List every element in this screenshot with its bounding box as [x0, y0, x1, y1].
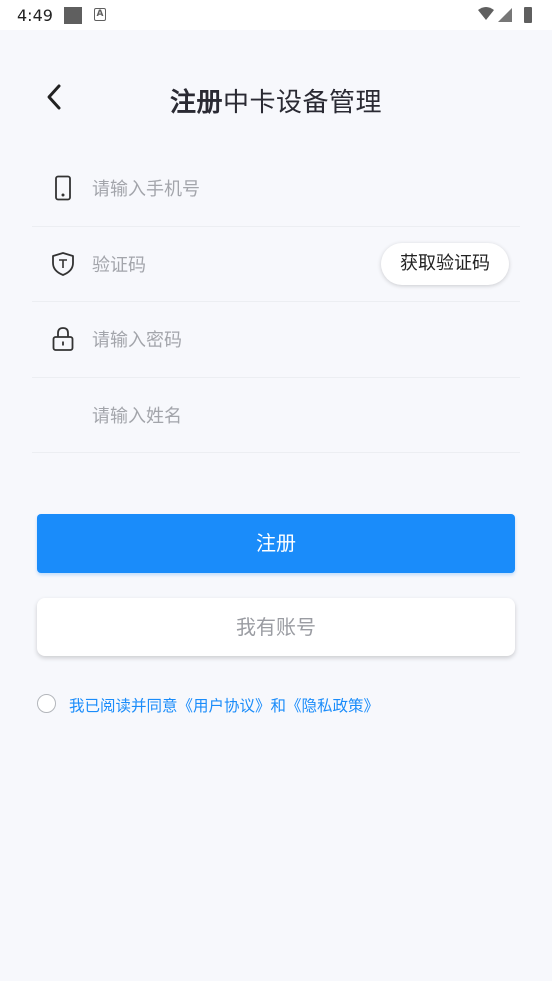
- phone-row[interactable]: 请输入手机号: [32, 151, 520, 227]
- wifi-icon: [478, 7, 494, 20]
- notification-square-icon: [64, 7, 82, 24]
- notification-a-icon: A: [94, 8, 106, 21]
- have-account-button[interactable]: 我有账号: [37, 598, 515, 656]
- agree-radio[interactable]: [37, 694, 56, 713]
- code-input[interactable]: 验证码: [92, 251, 146, 277]
- name-input[interactable]: 请输入姓名: [92, 402, 182, 428]
- status-bar: 4:49 A: [0, 0, 552, 30]
- status-right-icons: [478, 7, 532, 23]
- password-input[interactable]: 请输入密码: [92, 326, 182, 352]
- phone-icon: [55, 175, 71, 201]
- register-button[interactable]: 注册: [37, 514, 515, 573]
- page-title-bold: 注册: [169, 88, 223, 118]
- status-time: 4:49: [17, 6, 53, 25]
- page-title-rest: 中卡设备管理: [223, 88, 383, 118]
- signal-icon: [498, 8, 512, 22]
- agreement-text[interactable]: 我已阅读并同意《用户协议》和《隐私政策》: [69, 694, 379, 716]
- page-title: 注册中卡设备管理: [0, 82, 552, 119]
- password-row[interactable]: 请输入密码: [32, 302, 520, 378]
- name-row[interactable]: 请输入姓名: [32, 378, 520, 453]
- header: 注册中卡设备管理: [0, 60, 552, 140]
- phone-input[interactable]: 请输入手机号: [92, 175, 200, 201]
- battery-icon: [524, 7, 532, 23]
- code-row[interactable]: 验证码 获取验证码: [32, 227, 520, 302]
- register-form: 请输入手机号 验证码 获取验证码 请输入密码 请输入姓名: [32, 151, 520, 453]
- shield-icon: [52, 251, 74, 276]
- lock-icon: [52, 327, 74, 351]
- get-code-button[interactable]: 获取验证码: [381, 242, 509, 285]
